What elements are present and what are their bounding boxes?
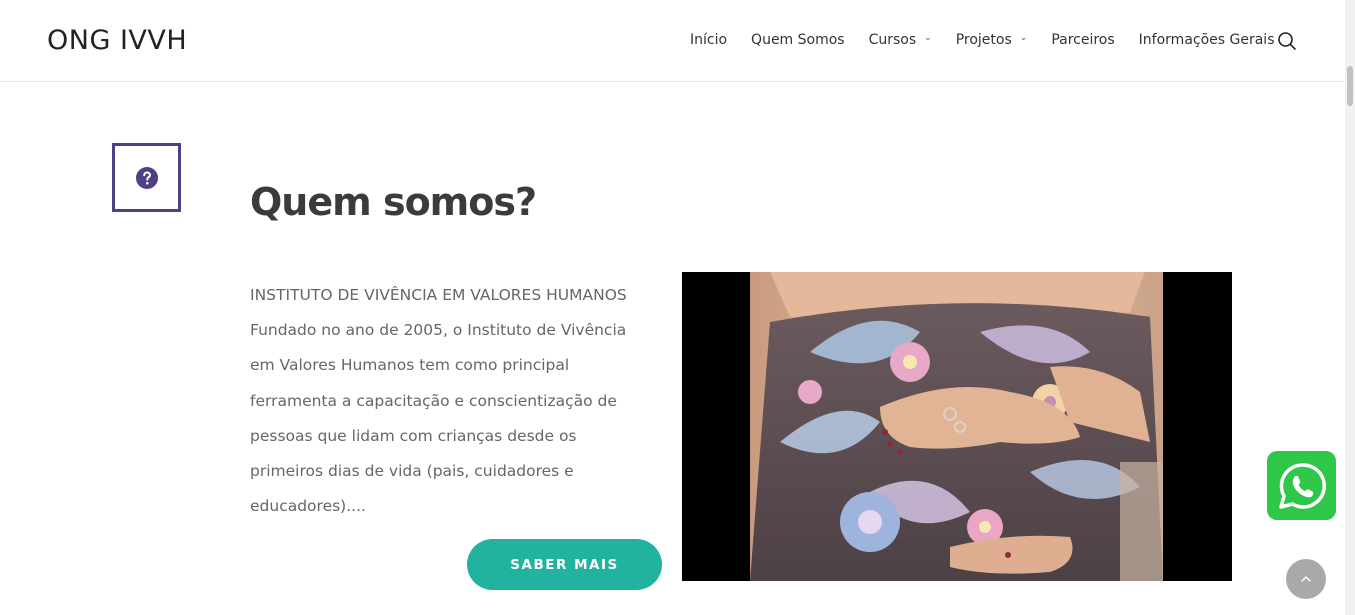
nav-item-informacoes-gerais[interactable]: Informações Gerais [1139, 32, 1275, 48]
saber-mais-button[interactable]: SABER MAIS [467, 539, 662, 590]
nav-item-label: Informações Gerais [1138, 32, 1275, 48]
site-header: ONG IVVH Início Quem Somos Cursos ⌄ Proj… [0, 0, 1345, 82]
description-line: educadores).... [250, 497, 366, 516]
nav-item-label: Parceiros [1051, 32, 1115, 48]
description-line: pessoas que lidam com crianças desde os [250, 426, 577, 445]
video-frame [750, 272, 1163, 581]
scrollbar-thumb[interactable] [1347, 66, 1353, 106]
nav-item-label: Projetos [955, 32, 1012, 48]
nav-item-label: Início [690, 32, 728, 48]
description-line: em Valores Humanos tem como principal [250, 356, 570, 375]
chevron-down-icon: ⌄ [1019, 33, 1028, 43]
back-to-top-button[interactable] [1286, 559, 1326, 599]
video-player[interactable] [682, 272, 1232, 581]
main-nav: Início Quem Somos Cursos ⌄ Projetos ⌄ Pa… [690, 32, 1299, 48]
chevron-down-icon: ⌄ [924, 33, 932, 43]
feature-icon-box [112, 143, 181, 212]
nav-item-quem-somos[interactable]: Quem Somos [751, 32, 845, 48]
page-scrollbar[interactable] [1345, 0, 1355, 615]
nav-item-cursos[interactable]: Cursos ⌄ [869, 32, 932, 48]
description-line: Fundado no ano de 2005, o Instituto de V… [250, 321, 627, 340]
search-icon[interactable] [1277, 31, 1297, 51]
nav-item-inicio[interactable]: Início [690, 32, 727, 48]
nav-item-projetos[interactable]: Projetos ⌄ [956, 32, 1028, 48]
section-description: INSTITUTO DE VIVÊNCIA EM VALORES HUMANOS… [250, 278, 660, 524]
nav-item-label: Cursos [868, 32, 917, 48]
nav-item-label: Quem Somos [751, 32, 845, 48]
chevron-up-icon [1301, 576, 1311, 582]
whatsapp-icon [1278, 462, 1326, 509]
whatsapp-button[interactable] [1267, 451, 1336, 520]
nav-item-parceiros[interactable]: Parceiros [1051, 32, 1114, 48]
site-logo[interactable]: ONG IVVH [47, 25, 187, 56]
section-title: Quem somos? [250, 180, 537, 224]
description-line: ferramenta a capacitação e conscientizaç… [250, 391, 617, 410]
description-line: INSTITUTO DE VIVÊNCIA EM VALORES HUMANOS [250, 286, 627, 304]
description-line: primeiros dias de vida (pais, cuidadores… [250, 462, 574, 481]
question-circle-icon [135, 166, 158, 189]
